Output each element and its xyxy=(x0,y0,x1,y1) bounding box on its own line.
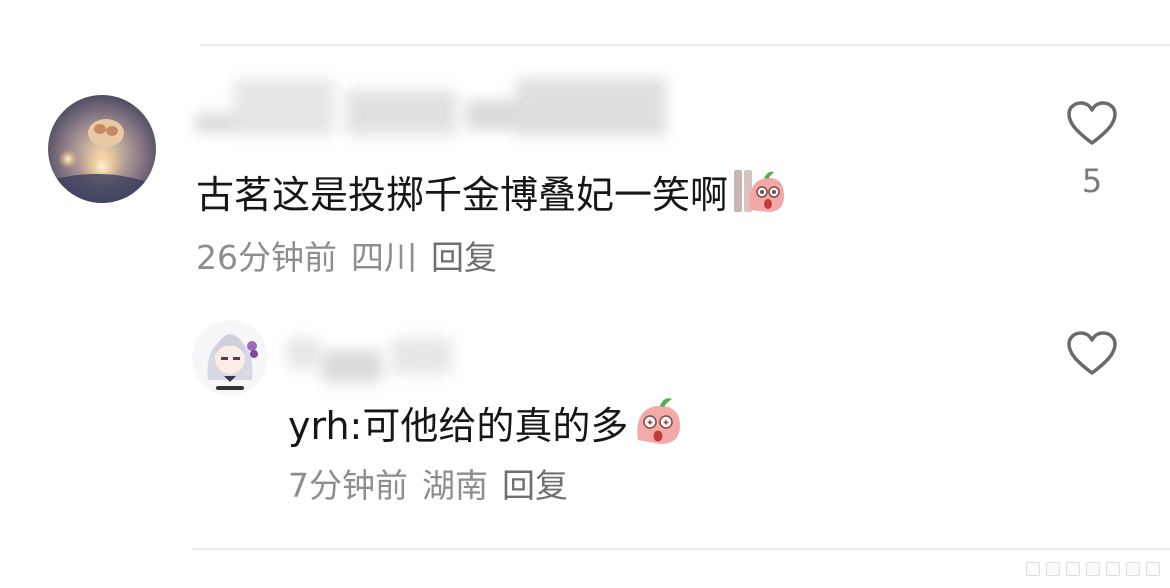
comment-location: 四川 xyxy=(351,238,417,277)
like-count: 5 xyxy=(1081,162,1103,200)
watermark-square xyxy=(1126,562,1140,576)
heart-icon[interactable] xyxy=(1066,330,1118,376)
heart-icon[interactable] xyxy=(1066,100,1118,146)
peach-mascot-shocked-icon: ✦ ✦ xyxy=(632,396,684,455)
comment-location: 湖南 xyxy=(422,466,488,505)
reply-button[interactable]: 回复 xyxy=(502,466,568,506)
comment-body: 古茗这是投掷千金博叠妃一笑啊 xyxy=(196,172,729,217)
peach-mascot-peek-icon xyxy=(732,166,786,223)
watermark-square xyxy=(1086,562,1100,576)
comment-time: 7分钟前 xyxy=(288,466,408,505)
watermark xyxy=(1026,562,1160,576)
reply-button[interactable]: 回复 xyxy=(431,238,497,278)
watermark-square xyxy=(1046,562,1060,576)
reply-comment-text: yrh:可他给的真的多 ✦ ✦ xyxy=(288,396,684,455)
watermark-square xyxy=(1026,562,1040,576)
svg-text:✦: ✦ xyxy=(662,418,670,429)
watermark-square xyxy=(1066,562,1080,576)
like-button[interactable] xyxy=(1064,330,1120,376)
like-button[interactable]: 5 xyxy=(1064,100,1120,200)
avatar[interactable] xyxy=(192,320,268,396)
reply-comment-meta: 7分钟前 湖南 回复 xyxy=(288,466,568,506)
avatar[interactable] xyxy=(48,95,156,203)
blurred-username[interactable] xyxy=(282,320,462,390)
comment-meta: 26分钟前 四川 回复 xyxy=(196,238,497,278)
comment-body: yrh:可他给的真的多 xyxy=(288,403,629,448)
watermark-square xyxy=(1106,562,1120,576)
comment-text: 古茗这是投掷千金博叠妃一笑啊 xyxy=(196,166,786,223)
top-divider xyxy=(200,44,1170,46)
comment-time: 26分钟前 xyxy=(196,238,337,277)
bottom-divider xyxy=(192,548,1170,550)
svg-text:✦: ✦ xyxy=(646,418,654,429)
watermark-square xyxy=(1146,562,1160,576)
blurred-username[interactable] xyxy=(196,70,686,140)
